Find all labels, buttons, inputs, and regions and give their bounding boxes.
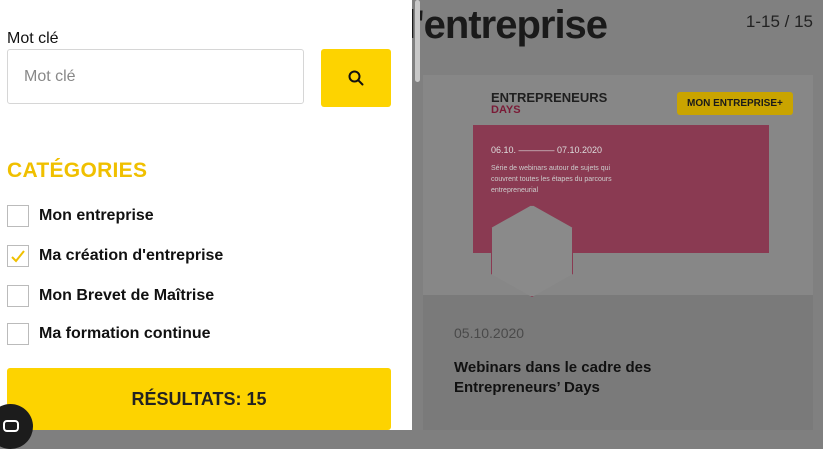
results-button[interactable]: RÉSULTATS: 15 <box>7 368 391 430</box>
category-checkbox[interactable] <box>7 205 29 227</box>
category-item[interactable]: Mon Brevet de Maîtrise <box>7 284 214 308</box>
category-item[interactable]: Ma formation continue <box>7 322 211 346</box>
results-count: 15 <box>246 388 267 409</box>
page-title: l'entreprise <box>405 3 608 47</box>
category-checkbox[interactable] <box>7 323 29 345</box>
category-label: Ma création d'entreprise <box>39 247 224 264</box>
filter-panel: Mot clé CATÉGORIES Mon entreprise Ma cré… <box>0 0 412 449</box>
card-date: 05.10.2020 <box>454 325 525 341</box>
chat-icon <box>2 419 19 432</box>
card-image: ENTREPRENEURS DAYS MON ENTREPRISE+ 06.10… <box>423 75 813 297</box>
event-card[interactable]: ENTREPRENEURS DAYS MON ENTREPRISE+ 06.10… <box>423 75 813 430</box>
results-label: RÉSULTATS: <box>131 388 242 409</box>
pagination-count: 1-15 / 15 <box>745 12 813 31</box>
keyword-label: Mot clé <box>7 30 59 47</box>
panel-scrollbar[interactable] <box>415 0 420 82</box>
card-title[interactable]: Webinars dans le cadre des Entrepreneurs… <box>454 358 714 398</box>
keyword-input[interactable] <box>7 49 304 104</box>
categories-title: CATÉGORIES <box>7 159 148 182</box>
event-logo: ENTREPRENEURS DAYS <box>491 91 607 117</box>
check-icon <box>11 250 25 263</box>
category-checkbox[interactable] <box>7 245 29 267</box>
search-button[interactable] <box>321 49 391 107</box>
category-label: Ma formation continue <box>39 325 211 342</box>
event-description: Série de webinars autour de sujets qui c… <box>491 165 612 194</box>
event-logo-sub: DAYS <box>491 104 521 116</box>
search-icon <box>348 70 364 86</box>
category-checkbox[interactable] <box>7 285 29 307</box>
category-item[interactable]: Ma création d'entreprise <box>7 244 223 268</box>
event-dates: 06.10. ———— 07.10.2020 <box>491 145 603 155</box>
event-logo-name: ENTREPRENEURS <box>491 90 608 105</box>
category-label: Mon entreprise <box>39 207 154 224</box>
category-item[interactable]: Mon entreprise <box>7 204 154 228</box>
category-badge: MON ENTREPRISE+ <box>677 92 793 115</box>
category-label: Mon Brevet de Maîtrise <box>39 287 215 304</box>
